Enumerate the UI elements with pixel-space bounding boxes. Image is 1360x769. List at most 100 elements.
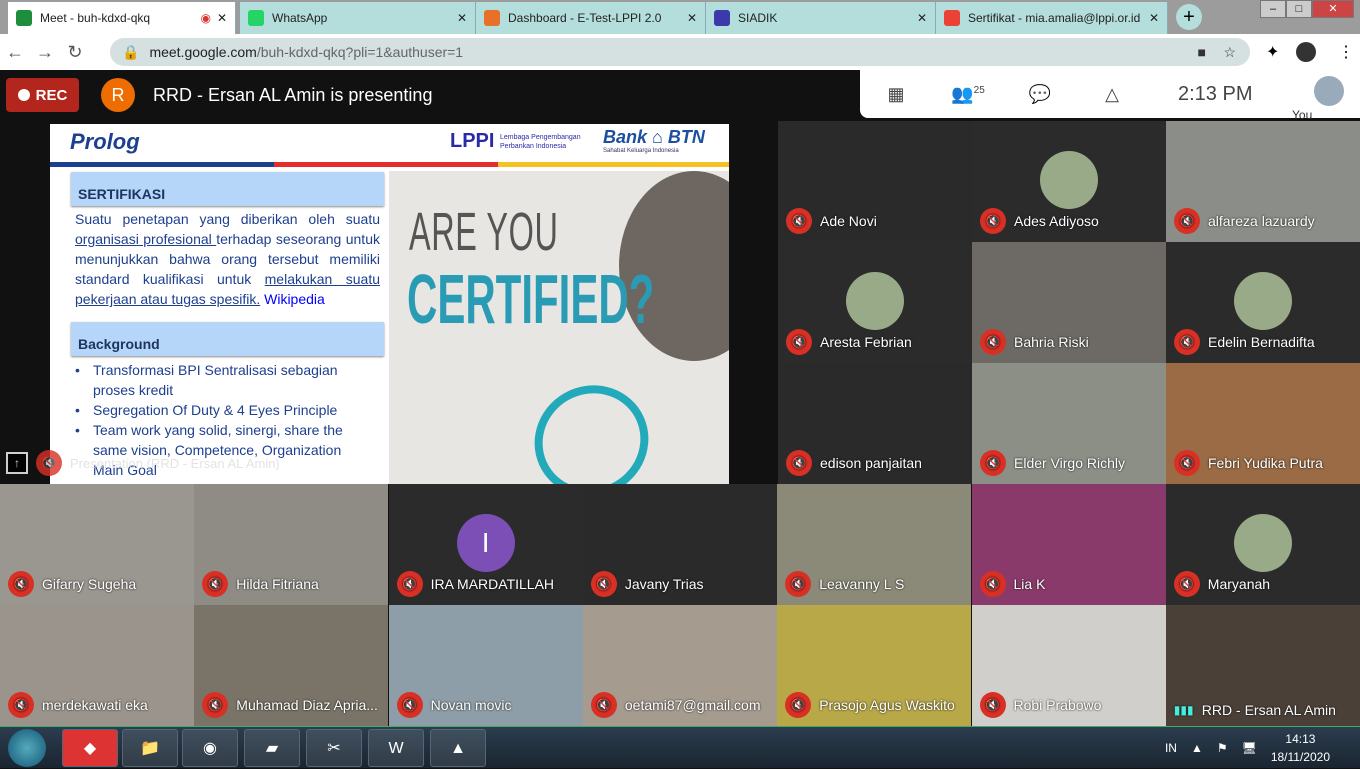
new-tab-button[interactable]: + — [1176, 4, 1202, 30]
chat-icon[interactable]: 💬 — [1004, 84, 1076, 105]
browser-tab[interactable]: WhatsApp ✕ — [240, 2, 476, 34]
participant-name: RRD - Ersan AL Amin — [1201, 702, 1336, 718]
participant-name: Javany Trias — [624, 576, 704, 592]
participant-tile[interactable]: 🔇 Bahria Riski — [972, 242, 1166, 363]
participant-tile[interactable]: 🔇 Febri Yudika Putra — [1166, 363, 1360, 484]
lppi-logo: LPPI Lembaga Pengembangan Perbankan Indo… — [450, 130, 581, 152]
profile-avatar[interactable] — [1296, 42, 1316, 62]
participant-tile[interactable]: 🔇 oetami87@gmail.com — [582, 605, 777, 726]
camera-icon[interactable]: ■ — [1198, 44, 1206, 60]
language-indicator[interactable]: IN — [1165, 741, 1177, 755]
mic-off-icon: 🔇 — [202, 571, 229, 597]
taskbar-app-anydesk[interactable]: ◆ — [62, 729, 118, 767]
activities-icon[interactable]: △ — [1076, 84, 1148, 105]
participant-tile[interactable]: 🔇 edison panjaitan — [778, 363, 972, 484]
close-tab-icon[interactable]: ✕ — [457, 11, 467, 25]
extensions-icon[interactable]: ✦ — [1266, 42, 1279, 62]
taskbar-app-chrome[interactable]: ◉ — [182, 729, 238, 767]
participant-tile[interactable]: 🔇 Ade Novi — [778, 121, 972, 242]
close-window-button[interactable]: ✕ — [1312, 0, 1354, 18]
taskbar-app-notes[interactable]: ▰ — [244, 729, 300, 767]
show-hidden-icons[interactable]: ▲ — [1191, 741, 1203, 755]
close-tab-icon[interactable]: ✕ — [917, 11, 927, 25]
mic-off-icon: 🔇 — [8, 571, 34, 597]
menu-icon[interactable]: ⋮ — [1338, 42, 1354, 62]
close-tab-icon[interactable]: ✕ — [687, 11, 697, 25]
certified-image: ARE YOU CERTIFIED? — [389, 171, 729, 484]
wikipedia-link[interactable]: Wikipedia — [264, 291, 325, 307]
participant-tile[interactable]: 🔇 alfareza lazuardy — [1166, 121, 1360, 242]
browser-tab[interactable]: Dashboard - E-Test-LPPI 2.0 ✕ — [476, 2, 706, 34]
taskbar-app-word[interactable]: W — [368, 729, 424, 767]
browser-tab[interactable]: Sertifikat - mia.amalia@lppi.or.id ✕ — [936, 2, 1168, 34]
participant-tile[interactable]: 🔇 Aresta Febrian — [778, 242, 972, 363]
network-icon[interactable]: 🖥 — [1242, 741, 1257, 755]
mic-off-icon: 🔇 — [1174, 208, 1200, 234]
minimize-button[interactable]: – — [1260, 0, 1286, 18]
participant-tile[interactable]: 🔇 Novan movic — [388, 605, 583, 726]
participant-avatar — [846, 272, 904, 330]
speaking-indicator-icon: ▮▮▮ — [1173, 703, 1194, 717]
close-tab-icon[interactable]: ✕ — [1149, 11, 1159, 25]
close-tab-icon[interactable]: ✕ — [217, 11, 227, 25]
participant-name: Bahria Riski — [1014, 334, 1089, 350]
participant-tile[interactable]: 🔇 Ades Adiyoso — [972, 121, 1166, 242]
taskbar-app-pdf[interactable]: ▲ — [430, 729, 486, 767]
layout-grid-icon[interactable]: ▦ — [860, 84, 932, 105]
people-button[interactable]: 👥25 — [932, 84, 1004, 105]
stamp-image — [514, 364, 669, 484]
participant-name: Febri Yudika Putra — [1208, 455, 1323, 471]
system-clock[interactable]: 14:13 18/11/2020 — [1271, 730, 1330, 766]
participant-tile[interactable]: 🔇 Robi Prabowo — [971, 605, 1166, 726]
participant-avatar — [1040, 151, 1098, 209]
list-item: Transformasi BPI Sentralisasi sebagian p… — [75, 360, 375, 400]
list-item: Segregation Of Duty & 4 Eyes Principle — [75, 400, 375, 420]
maximize-button[interactable]: □ — [1286, 0, 1312, 18]
participant-name: Gifarry Sugeha — [42, 576, 137, 592]
participant-tile[interactable]: 🔇 Javany Trias — [582, 484, 777, 605]
participant-name: edison panjaitan — [820, 455, 922, 471]
pin-icon[interactable]: ↑ — [6, 452, 28, 474]
participant-avatar: I — [456, 514, 515, 572]
self-view[interactable]: You — [1292, 76, 1350, 122]
participant-name: Aresta Febrian — [820, 334, 912, 350]
tab-favicon-icon — [484, 10, 500, 26]
mic-off-icon: 🔇 — [786, 329, 812, 355]
participant-name: Maryanah — [1207, 576, 1271, 592]
reload-icon[interactable]: ↻ — [60, 42, 90, 63]
participant-avatar — [1234, 272, 1292, 330]
self-avatar — [1314, 76, 1344, 106]
participant-tile[interactable]: 🔇 Leavanny L S — [777, 484, 972, 605]
participant-tile[interactable]: 🔇 Maryanah — [1165, 484, 1360, 605]
participant-tile[interactable]: 🔇 merdekawati eka — [0, 605, 194, 726]
section-heading: SERTIFIKASI — [71, 172, 384, 206]
participant-tile[interactable]: ▮▮▮ RRD - Ersan AL Amin — [1165, 605, 1360, 726]
tab-favicon-icon — [16, 10, 32, 26]
participant-name: Robi Prabowo — [1013, 697, 1102, 713]
participant-tile[interactable]: 🔇 Elder Virgo Richly — [972, 363, 1166, 484]
taskbar-app-snipping[interactable]: ✂ — [306, 729, 362, 767]
participant-tile[interactable]: I 🔇 IRA MARDATILLAH — [388, 484, 583, 605]
back-icon[interactable]: ← — [0, 42, 30, 63]
mic-off-icon: 🔇 — [1174, 450, 1200, 476]
participant-name: Prasojo Agus Waskito — [819, 697, 955, 713]
start-button[interactable] — [8, 729, 46, 767]
action-center-flag-icon[interactable]: ⚑ — [1217, 741, 1228, 755]
participant-tile[interactable]: 🔇 Prasojo Agus Waskito — [777, 605, 972, 726]
participant-tile[interactable]: 🔇 Muhamad Diaz Apria... — [194, 605, 389, 726]
browser-tab[interactable]: Meet - buh-kdxd-qkq ◉ ✕ — [8, 2, 236, 34]
meeting-clock: 2:13 PM — [1178, 82, 1253, 105]
participant-tile[interactable]: 🔇 Lia K — [971, 484, 1166, 605]
address-bar-row: ← → ↻ 🔒 meet.google.com/buh-kdxd-qkq?pli… — [0, 34, 1360, 70]
taskbar-app-explorer[interactable]: 📁 — [122, 729, 178, 767]
mic-off-icon: 🔇 — [1174, 329, 1200, 355]
forward-icon[interactable]: → — [30, 42, 60, 63]
participant-tile[interactable]: 🔇 Hilda Fitriana — [194, 484, 389, 605]
participant-tile[interactable]: 🔇 Gifarry Sugeha — [0, 484, 194, 605]
mic-off-icon: 🔇 — [36, 450, 62, 476]
url-input[interactable]: 🔒 meet.google.com/buh-kdxd-qkq?pli=1&aut… — [110, 38, 1250, 66]
mic-off-icon: 🔇 — [396, 571, 423, 597]
participant-tile[interactable]: 🔇 Edelin Bernadifta — [1166, 242, 1360, 363]
bookmark-star-icon[interactable]: ☆ — [1223, 44, 1236, 61]
browser-tab[interactable]: SIADIK ✕ — [706, 2, 936, 34]
